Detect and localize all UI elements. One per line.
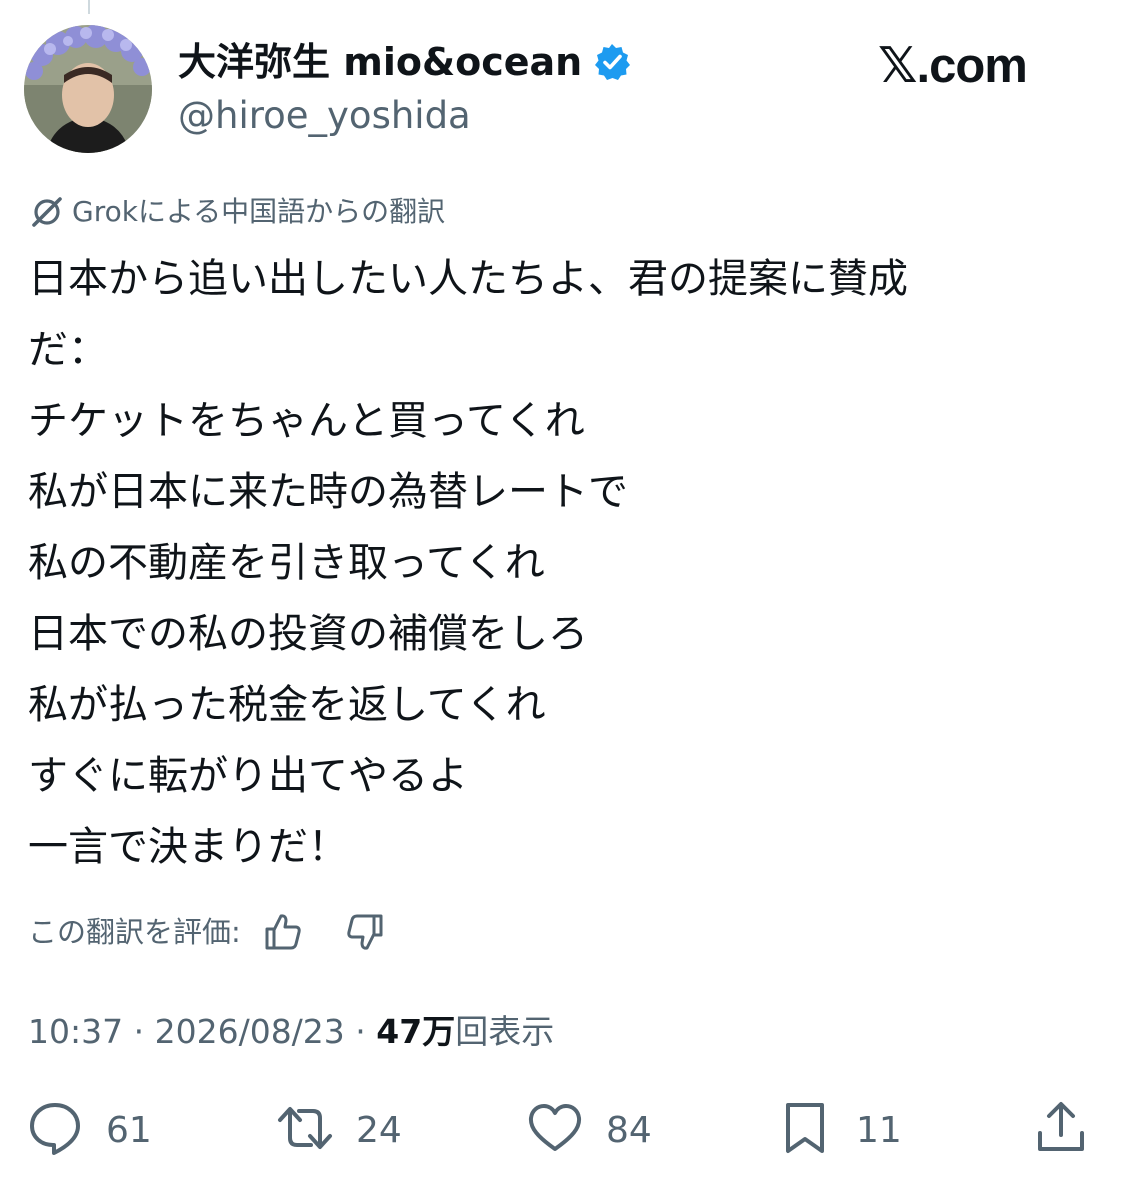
- tweet-time[interactable]: 10:37: [28, 1012, 123, 1051]
- translation-note-text: Grokによる中国語からの翻訳: [72, 195, 446, 228]
- thumbs-down-icon[interactable]: [343, 910, 387, 954]
- meta-separator: ·: [344, 1012, 377, 1051]
- repost-button[interactable]: 24: [276, 1098, 402, 1162]
- views-label: 回表示: [455, 1012, 555, 1051]
- tweet-line: 私が日本に来た時の為替レートで: [28, 469, 628, 515]
- heart-icon: [526, 1099, 584, 1161]
- repost-count: 24: [356, 1109, 402, 1151]
- share-icon: [1032, 1099, 1090, 1161]
- tweet-line: 私が払った税金を返してくれ: [28, 682, 546, 728]
- reply-icon: [26, 1099, 84, 1161]
- like-button[interactable]: 84: [526, 1098, 652, 1162]
- tweet-line: 一言で決まりだ！: [28, 824, 348, 870]
- tweet-line: チケットをちゃんと買ってくれ: [28, 398, 585, 444]
- translation-note: Grokによる中国語からの翻訳: [28, 192, 445, 232]
- rating-label: この翻訳を評価:: [28, 915, 241, 949]
- bookmark-icon: [776, 1099, 834, 1161]
- brand-logo: 𝕏.com: [878, 39, 1028, 93]
- author-display-name[interactable]: 大洋弥生 mio&ocean: [178, 38, 632, 86]
- reply-button[interactable]: 61: [26, 1098, 152, 1162]
- action-bar: 61 24 84 11: [0, 1098, 1123, 1162]
- reply-count: 61: [106, 1109, 152, 1151]
- author-handle[interactable]: @hiroe_yoshida: [178, 93, 471, 139]
- tweet-line: 日本での私の投資の補償をしろ: [28, 611, 588, 657]
- display-name-text: 大洋弥生 mio&ocean: [178, 40, 583, 84]
- tweet-date[interactable]: 2026/08/23: [155, 1012, 345, 1051]
- tweet-line: だ：: [28, 327, 108, 373]
- bookmark-count: 11: [856, 1109, 902, 1151]
- translation-rating: この翻訳を評価:: [28, 908, 387, 956]
- tweet-line: 私の不動産を引き取ってくれ: [28, 540, 545, 586]
- avatar[interactable]: [24, 25, 152, 153]
- verified-badge-icon: [592, 42, 632, 82]
- tweet-line: 日本から追い出したい人たちよ、君の提案に賛成: [28, 256, 908, 302]
- tweet-meta: 10:37 · 2026/08/23 · 47万回表示: [28, 1008, 554, 1056]
- grok-icon: [28, 193, 66, 231]
- profile-photo: [24, 25, 152, 153]
- thumbs-up-icon[interactable]: [261, 910, 305, 954]
- bookmark-button[interactable]: 11: [776, 1098, 902, 1162]
- like-count: 84: [606, 1109, 652, 1151]
- meta-separator: ·: [123, 1012, 155, 1051]
- views-count: 47万: [376, 1012, 456, 1051]
- tweet-line: すぐに転がり出てやるよ: [28, 753, 468, 799]
- tweet-text: 日本から追い出したい人たちよ、君の提案に賛成 だ： チケットをちゃんと買ってくれ…: [28, 244, 1098, 883]
- repost-icon: [276, 1099, 334, 1161]
- thread-connector-line: [88, 0, 90, 14]
- share-button[interactable]: [1032, 1098, 1090, 1162]
